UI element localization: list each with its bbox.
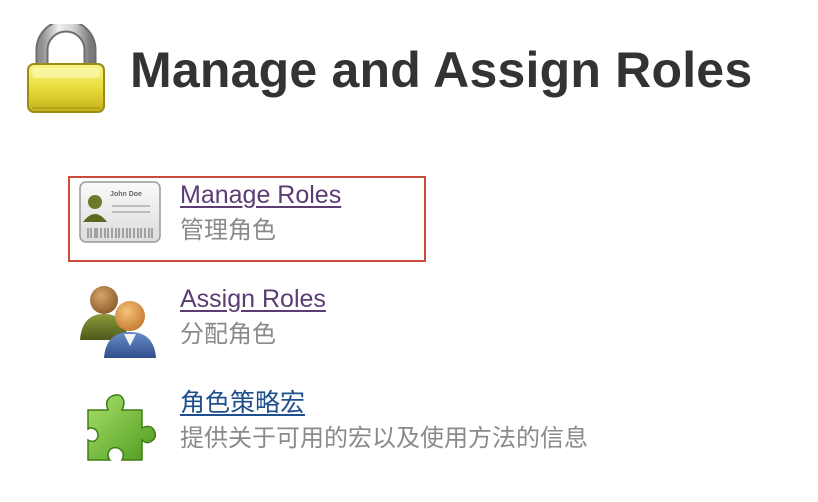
role-strategy-macros-link[interactable]: 角色策略宏 — [180, 388, 588, 418]
role-strategy-macros-description: 提供关于可用的宏以及使用方法的信息 — [180, 424, 588, 452]
id-card-name: John Doe — [110, 191, 142, 198]
assign-roles-description: 分配角色 — [180, 320, 276, 348]
lock-icon — [27, 24, 105, 113]
id-card-icon: John Doe — [79, 181, 161, 243]
manage-roles-item[interactable]: John Doe Manage Roles 管理角色 — [78, 180, 341, 256]
users-icon — [80, 286, 156, 358]
page-header: Manage and Assign Roles — [24, 24, 752, 116]
manage-roles-link[interactable]: Manage Roles — [180, 180, 341, 210]
puzzle-piece-icon — [87, 394, 157, 461]
assign-roles-item[interactable]: Assign Roles 分配角色 — [78, 284, 326, 360]
role-strategy-macros-item[interactable]: 角色策略宏 提供关于可用的宏以及使用方法的信息 — [78, 388, 588, 464]
manage-roles-description: 管理角色 — [180, 216, 276, 244]
page-title: Manage and Assign Roles — [130, 42, 753, 98]
assign-roles-link[interactable]: Assign Roles — [180, 284, 326, 314]
